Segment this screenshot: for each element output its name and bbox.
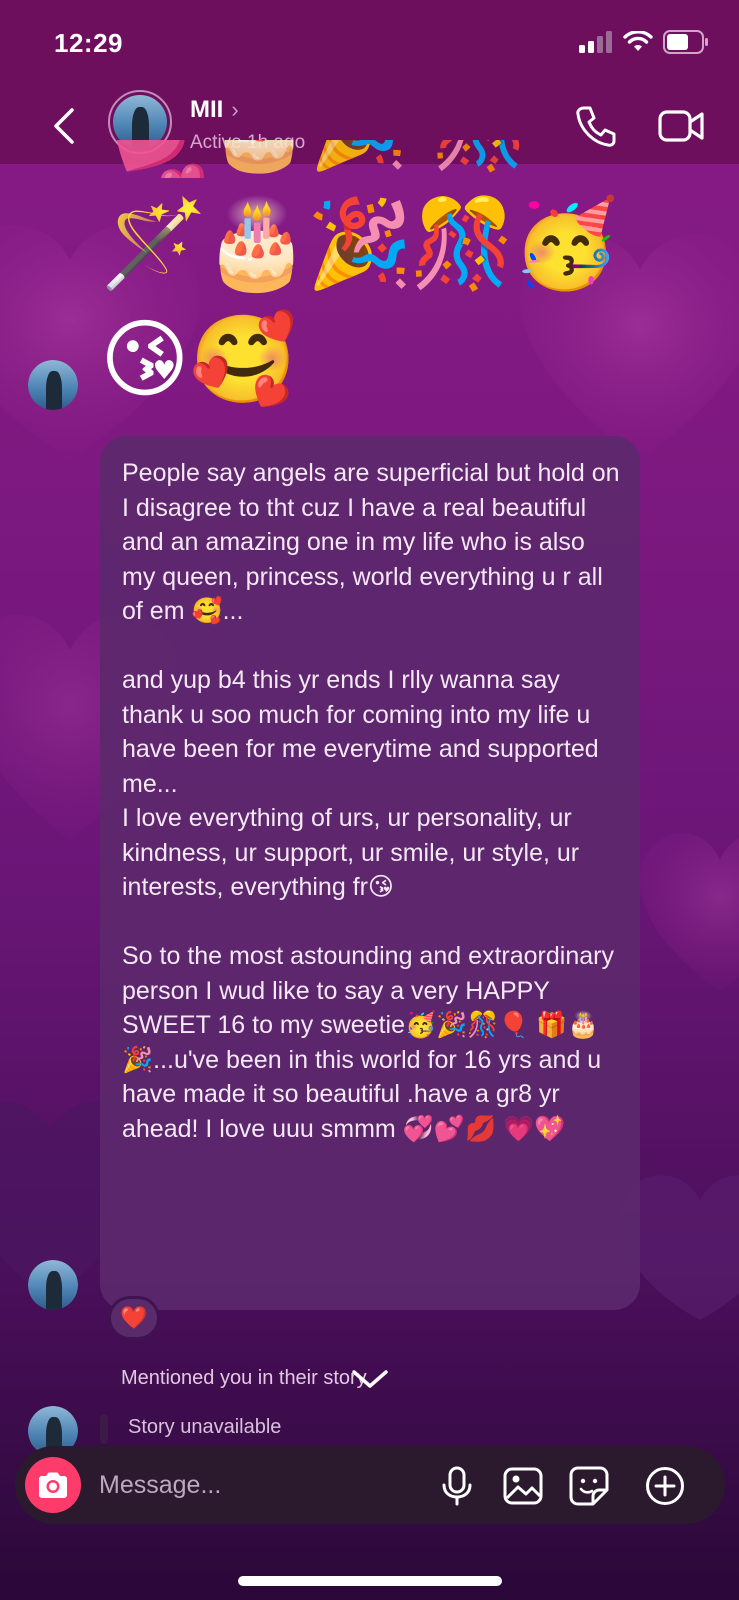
back-icon[interactable] bbox=[44, 104, 84, 148]
heart-reaction[interactable]: ❤️ bbox=[108, 1296, 160, 1340]
video-icon[interactable] bbox=[658, 106, 706, 146]
phone-icon[interactable] bbox=[574, 104, 618, 148]
message-bubble[interactable]: People say angels are superficial but ho… bbox=[100, 436, 640, 1310]
story-mention-text: Mentioned you in their story bbox=[121, 1367, 367, 1389]
previous-emoji-message: 💕🎂🎉 🎊💕 bbox=[110, 140, 550, 178]
status-bar: 12:29 bbox=[0, 0, 739, 90]
sticker-icon[interactable] bbox=[569, 1466, 609, 1506]
message-composer bbox=[15, 1446, 725, 1524]
sender-avatar[interactable] bbox=[28, 360, 78, 410]
battery-icon bbox=[663, 30, 708, 54]
status-time: 12:29 bbox=[54, 28, 123, 58]
camera-icon bbox=[39, 1472, 67, 1498]
story-unavailable-text: Story unavailable bbox=[128, 1416, 282, 1438]
signal-icon bbox=[579, 31, 612, 53]
sender-avatar[interactable] bbox=[28, 1260, 78, 1310]
contact-name[interactable]: MII › bbox=[190, 96, 239, 124]
contact-name-label: MII bbox=[190, 96, 224, 123]
emoji-message[interactable]: 😘🥰 bbox=[100, 312, 297, 408]
plus-icon[interactable] bbox=[645, 1466, 685, 1506]
chevron-down-icon[interactable] bbox=[350, 1368, 390, 1392]
gallery-icon[interactable] bbox=[503, 1466, 543, 1506]
home-indicator[interactable] bbox=[238, 1576, 502, 1586]
message-text: People say angels are superficial but ho… bbox=[122, 459, 620, 1143]
message-input[interactable] bbox=[99, 1464, 419, 1506]
wifi-icon bbox=[623, 31, 653, 51]
story-reply-bar bbox=[100, 1414, 108, 1444]
camera-button[interactable] bbox=[25, 1457, 81, 1513]
status-icons bbox=[579, 30, 709, 54]
emoji-message[interactable]: 🪄🎂🎉🎊🥳 bbox=[100, 196, 619, 292]
microphone-icon[interactable] bbox=[437, 1466, 477, 1506]
chevron-right-icon: › bbox=[231, 97, 239, 122]
